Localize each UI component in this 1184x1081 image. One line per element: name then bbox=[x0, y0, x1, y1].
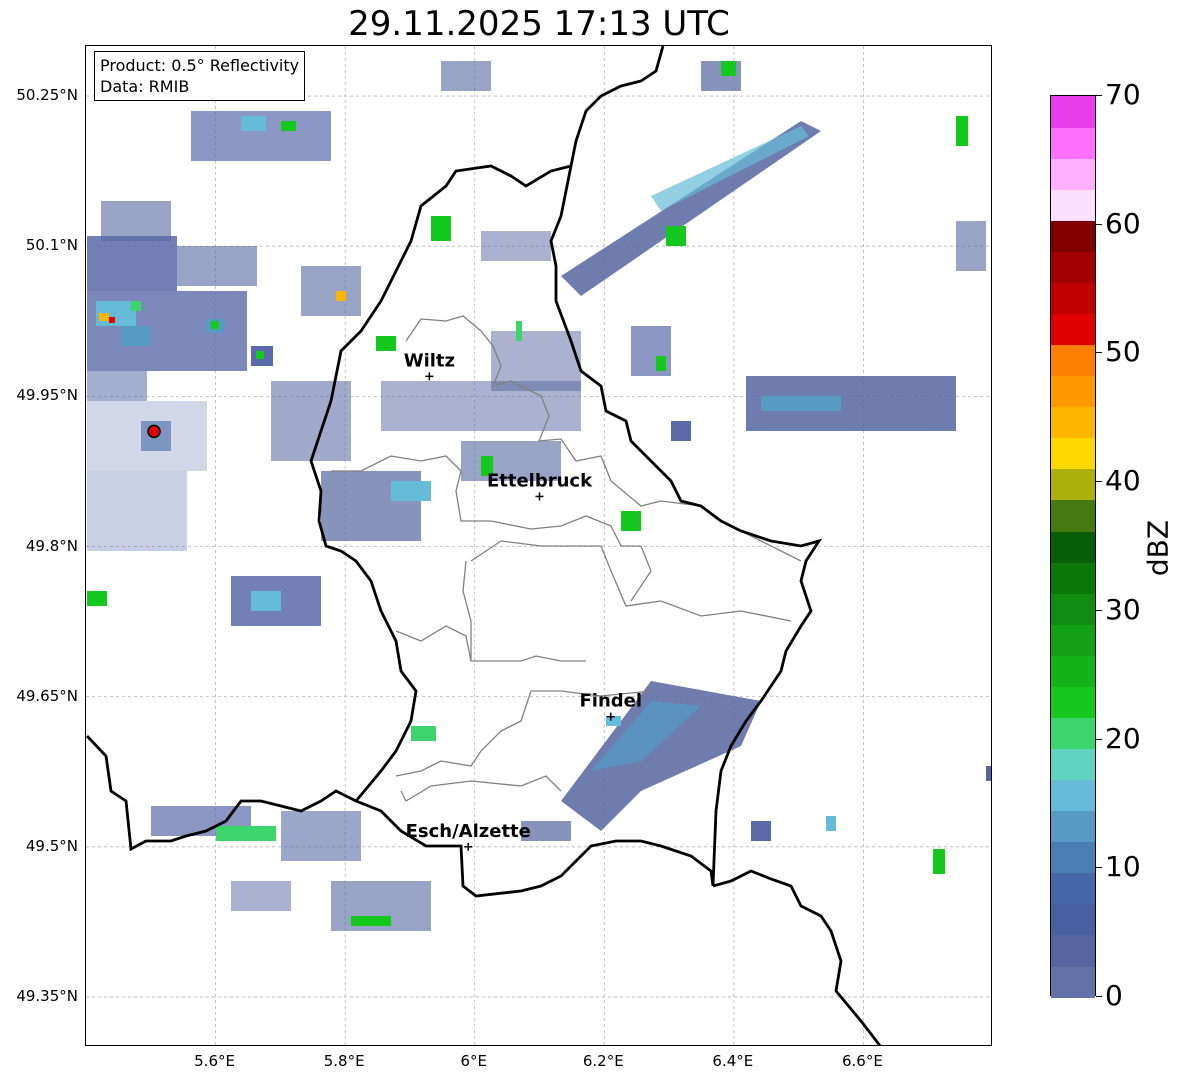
colorbar-tick-mark bbox=[1096, 609, 1102, 611]
city-label: Esch/Alzette bbox=[406, 821, 531, 842]
colorbar-tick-mark bbox=[1096, 867, 1102, 869]
colorbar-swatch bbox=[1051, 872, 1095, 905]
colorbar-swatch bbox=[1051, 344, 1095, 377]
city-label: Wiltz bbox=[404, 350, 455, 371]
lon-tick-label: 6°E bbox=[460, 1052, 487, 1070]
lat-tick-label: 49.8°N bbox=[25, 536, 78, 555]
colorbar-tick-label: 0 bbox=[1105, 979, 1123, 1012]
colorbar-label: dBZ bbox=[1141, 519, 1175, 577]
colorbar bbox=[1050, 95, 1096, 998]
city-label: Findel bbox=[579, 691, 642, 712]
map-title: 29.11.2025 17:13 UTC bbox=[348, 4, 730, 44]
colorbar-tick-label: 30 bbox=[1105, 592, 1141, 626]
colorbar-tick-mark bbox=[1096, 352, 1102, 354]
colorbar-tick-mark bbox=[1096, 738, 1102, 740]
echo-cluster-west bbox=[87, 111, 431, 931]
colorbar-swatch bbox=[1051, 158, 1095, 190]
lat-tick-label: 50.25°N bbox=[16, 86, 78, 105]
colorbar-tick-label: 50 bbox=[1105, 335, 1141, 369]
lon-tick-label: 5.8°E bbox=[323, 1052, 365, 1070]
lon-tick-label: 6.2°E bbox=[582, 1052, 624, 1070]
country-borders bbox=[86, 46, 882, 1045]
colorbar-swatch bbox=[1051, 375, 1095, 408]
map-canvas: Wiltz Ettelbruck Findel Esch/Alzette bbox=[86, 46, 991, 1045]
colorbar-swatch bbox=[1051, 282, 1095, 315]
colorbar-swatch bbox=[1051, 655, 1095, 687]
colorbar-swatch bbox=[1051, 717, 1095, 750]
colorbar-tick-label: 10 bbox=[1105, 850, 1141, 884]
colorbar-swatch bbox=[1051, 96, 1095, 128]
colorbar-swatch bbox=[1051, 965, 1095, 998]
radar-map[interactable]: Wiltz Ettelbruck Findel Esch/Alzette bbox=[85, 45, 992, 1046]
product-line: Product: 0.5° Reflectivity bbox=[100, 56, 300, 75]
colorbar-tick-mark bbox=[1096, 95, 1102, 96]
product-info-box: Product: 0.5° Reflectivity Data: RMIB bbox=[94, 51, 306, 101]
colorbar-swatch bbox=[1051, 530, 1095, 563]
colorbar-swatch bbox=[1051, 127, 1095, 159]
colorbar-swatch bbox=[1051, 189, 1095, 221]
colorbar-swatch bbox=[1051, 468, 1095, 501]
colorbar-tick-mark bbox=[1096, 481, 1102, 483]
colorbar-swatch bbox=[1051, 220, 1095, 252]
lon-tick-label: 5.6°E bbox=[194, 1052, 235, 1070]
colorbar-swatch bbox=[1051, 903, 1095, 936]
colorbar-swatch bbox=[1051, 593, 1095, 625]
colorbar-tick-label: 40 bbox=[1105, 464, 1141, 498]
colorbar-swatch bbox=[1051, 406, 1095, 439]
lon-tick-label: 6.4°E bbox=[712, 1052, 754, 1070]
lon-tick-label: 6.6°E bbox=[842, 1052, 883, 1070]
lat-tick-label: 50.1°N bbox=[25, 236, 78, 255]
colorbar-tick-mark bbox=[1096, 223, 1102, 225]
colorbar-swatch bbox=[1051, 624, 1095, 656]
lat-tick-label: 49.65°N bbox=[16, 686, 78, 705]
colorbar-tick-label: 70 bbox=[1105, 78, 1141, 111]
city-marker: Ettelbruck bbox=[487, 470, 593, 501]
colorbar-tick-label: 60 bbox=[1105, 206, 1141, 240]
colorbar-swatch bbox=[1051, 313, 1095, 346]
colorbar-swatch bbox=[1051, 934, 1095, 967]
colorbar-swatch bbox=[1051, 779, 1095, 812]
colorbar-swatch bbox=[1051, 810, 1095, 843]
colorbar-swatch bbox=[1051, 748, 1095, 781]
colorbar-swatch bbox=[1051, 251, 1095, 283]
lat-tick-label: 49.35°N bbox=[16, 986, 78, 1005]
colorbar-swatch bbox=[1051, 686, 1095, 718]
colorbar-swatch bbox=[1051, 841, 1095, 874]
city-label: Ettelbruck bbox=[487, 470, 593, 491]
colorbar-swatch bbox=[1051, 499, 1095, 532]
radar-site bbox=[147, 424, 161, 439]
city-marker: Wiltz bbox=[404, 350, 455, 381]
colorbar-tick-label: 20 bbox=[1105, 721, 1141, 755]
lat-tick-label: 49.5°N bbox=[25, 836, 78, 855]
data-source-line: Data: RMIB bbox=[100, 77, 190, 96]
colorbar-tick-mark bbox=[1096, 996, 1102, 997]
lat-tick-label: 49.95°N bbox=[16, 386, 78, 405]
colorbar-swatch bbox=[1051, 562, 1095, 594]
colorbar-swatch bbox=[1051, 437, 1095, 470]
